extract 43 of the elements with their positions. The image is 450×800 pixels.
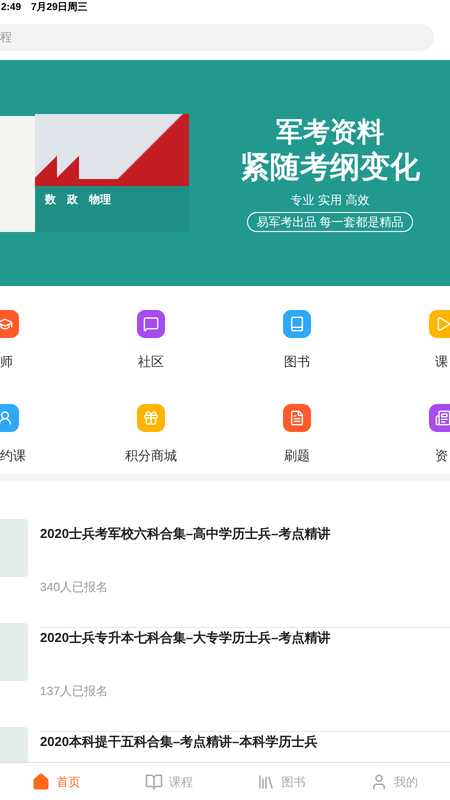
play-icon [435,316,450,332]
banner-tagline: 易军考出品 每一套都是精品 [247,212,413,232]
newspaper-icon [435,410,450,426]
shortcut-label[interactable]: 社区 [138,352,164,372]
shortcut-label[interactable]: 刷题 [284,446,310,466]
shortcut-icon[interactable] [283,404,311,432]
course-title[interactable]: 2020本科提干五科合集–考点精讲–本科学历士兵 [40,732,450,752]
shortcut-label[interactable]: 积分商城 [125,446,177,466]
status-date: 7月29日周三 [31,0,88,14]
shortcut-icon[interactable] [429,310,450,338]
enrolled-count: 137人已报名 [40,682,110,700]
book-icon [144,772,163,790]
book-title: 政 [67,192,79,208]
promo-banner[interactable]: 数 政 物理 军考资料 紧随考纲变化 专业 实用 高效 易军考出品 每一套都是精品 [0,60,450,286]
course-title[interactable]: 2020士兵专升本七科合集–大专学历士兵–考点精讲 [40,628,450,648]
shortcut-label[interactable]: 约课 [0,446,26,466]
shortcut-label[interactable]: 图书 [284,352,310,372]
enrolled-count: 340人已报名 [40,578,110,596]
document-icon [289,410,305,426]
book-title: 物理 [89,192,112,208]
book-title: 数 [45,192,57,208]
shortcut-icon[interactable] [137,310,165,338]
shortcut-label[interactable]: 师 [0,352,13,372]
graduation-cap-icon [0,316,13,332]
bookshelf-icon [257,772,276,790]
person-icon [0,410,13,426]
course-thumbnail[interactable] [0,623,28,681]
search-placeholder: 程 [0,29,12,46]
gift-icon [143,410,159,426]
shortcut-label[interactable]: 课 [435,352,448,372]
book-icon [289,316,305,332]
banner-slogan: 专业 实用 高效 [290,192,370,208]
banner-subheadline: 紧随考纲变化 [240,150,420,186]
shortcut-icon[interactable] [137,404,165,432]
shortcut-icon[interactable] [429,404,450,432]
shortcut-icon[interactable] [283,310,311,338]
course-title[interactable]: 2020士兵考军校六科合集–高中学历士兵–考点精讲 [40,524,450,544]
banner-headline: 军考资料 [276,116,384,148]
shortcut-label[interactable]: 资 [435,446,448,466]
home-icon [32,772,50,790]
status-time: 2:49 [1,0,22,14]
chat-bubble-icon [143,316,159,332]
course-thumbnail[interactable] [0,519,28,577]
